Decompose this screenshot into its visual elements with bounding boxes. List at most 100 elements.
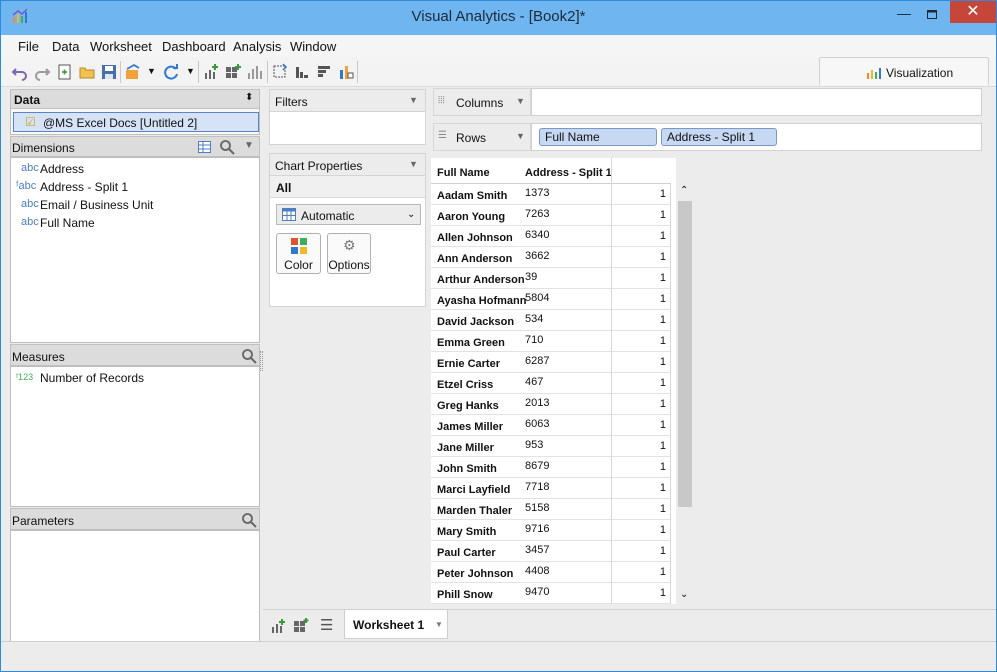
close-button[interactable]: ✕ xyxy=(950,1,996,23)
scrollbar-thumb[interactable] xyxy=(678,201,692,507)
table-row[interactable]: Aadam Smith 1373 1 xyxy=(431,184,671,205)
sort-descending-icon[interactable] xyxy=(315,63,333,81)
refresh-icon[interactable] xyxy=(162,63,180,81)
cell-address-split: 2013 xyxy=(525,397,550,409)
scope-label: All xyxy=(276,181,292,195)
dimension-item-address-split[interactable]: ᶠabc Address - Split 1 xyxy=(11,178,259,196)
refresh-dropdown-icon[interactable]: ▼ xyxy=(186,66,195,76)
column-header-address-split[interactable]: Address - Split 1 xyxy=(525,167,612,179)
dimensions-header: Dimensions ▼ xyxy=(10,136,260,157)
dimension-label: Full Name xyxy=(40,216,95,230)
sheet-tab-dropdown-icon[interactable]: ▼ xyxy=(435,620,443,629)
calendar-grid-icon xyxy=(282,208,296,221)
table-row[interactable]: Ann Anderson 3662 1 xyxy=(431,247,671,268)
chart-properties-scope[interactable]: All xyxy=(270,176,425,198)
table-row[interactable]: Allen Johnson 6340 1 xyxy=(431,226,671,247)
table-row[interactable]: Ernie Carter 6287 1 xyxy=(431,352,671,373)
new-worksheet-icon[interactable] xyxy=(270,618,286,634)
dimension-item-address[interactable]: abc Address xyxy=(11,160,259,178)
scroll-down-icon[interactable]: ⌄ xyxy=(680,589,688,600)
table-row[interactable]: Marci Layfield 7718 1 xyxy=(431,478,671,499)
sheet-tab-worksheet-1[interactable]: Worksheet 1 ▼ xyxy=(344,610,448,639)
dimensions-search-icon[interactable] xyxy=(219,139,235,155)
redo-icon[interactable] xyxy=(33,63,51,81)
undo-icon[interactable] xyxy=(11,63,29,81)
menu-file[interactable]: File xyxy=(18,39,39,54)
data-source-icon[interactable] xyxy=(124,63,142,81)
table-row[interactable]: Peter Johnson 4408 1 xyxy=(431,562,671,583)
rows-lines-icon: ☰ xyxy=(438,130,447,141)
table-row[interactable]: John Smith 8679 1 xyxy=(431,457,671,478)
measure-item-number-of-records[interactable]: ᶠ123 Number of Records xyxy=(11,369,259,387)
table-row[interactable]: Jane Miller 953 1 xyxy=(431,436,671,457)
cell-address-split: 467 xyxy=(525,376,544,388)
new-dashboard-icon[interactable] xyxy=(293,617,309,633)
show-labels-icon[interactable] xyxy=(337,63,355,81)
table-row[interactable]: Emma Green 710 1 xyxy=(431,331,671,352)
options-button[interactable]: ⚙ Options xyxy=(327,233,371,274)
new-document-icon[interactable] xyxy=(56,63,74,81)
cell-count: 1 xyxy=(611,184,671,205)
rows-dropdown-icon[interactable]: ▼ xyxy=(516,131,525,141)
cell-count: 1 xyxy=(611,247,671,268)
data-source-item[interactable]: ☑ @MS Excel Docs [Untitled 2] xyxy=(13,112,259,132)
sort-ascending-icon[interactable] xyxy=(293,63,311,81)
rows-shelf-label-box: ☰ Rows ▼ xyxy=(433,123,531,151)
columns-label: Columns xyxy=(456,96,504,110)
color-button[interactable]: Color xyxy=(276,233,321,274)
chart-bars-icon[interactable] xyxy=(246,63,264,81)
dimensions-dropdown-icon[interactable]: ▼ xyxy=(244,140,254,151)
cell-full-name: Marden Thaler xyxy=(437,505,513,517)
columns-shelf[interactable] xyxy=(531,88,982,116)
swap-axes-icon[interactable] xyxy=(271,63,289,81)
data-panel-sort-icon[interactable]: ⬍ xyxy=(245,92,253,103)
chart-properties-title: Chart Properties xyxy=(275,159,363,173)
table-row[interactable]: Etzel Criss 467 1 xyxy=(431,373,671,394)
scroll-up-icon[interactable]: ⌃ xyxy=(680,185,688,196)
rows-shelf[interactable]: Full Name Address - Split 1 xyxy=(531,123,982,151)
row-pill-address-split[interactable]: Address - Split 1 xyxy=(661,128,777,146)
row-pill-full-name[interactable]: Full Name xyxy=(539,128,657,146)
measures-search-icon[interactable] xyxy=(241,348,257,364)
table-view-icon[interactable] xyxy=(198,141,211,153)
save-icon[interactable] xyxy=(100,63,118,81)
dimension-item-email[interactable]: abc Email / Business Unit xyxy=(11,196,259,214)
table-row[interactable]: Paul Carter 3457 1 xyxy=(431,541,671,562)
sheet-list-icon[interactable]: ☰ xyxy=(320,616,333,634)
table-row[interactable]: Arthur Anderson 39 1 xyxy=(431,268,671,289)
mark-type-value: Automatic xyxy=(301,209,355,223)
mark-type-select[interactable]: Automatic ⌄ xyxy=(276,204,421,225)
table-row[interactable]: Aaron Young 7263 1 xyxy=(431,205,671,226)
table-scrollbar[interactable]: ⌃ ⌄ xyxy=(677,185,693,604)
table-row[interactable]: Phill Snow 9470 1 xyxy=(431,583,671,604)
cell-full-name: Peter Johnson xyxy=(437,568,514,580)
table-row[interactable]: Greg Hanks 2013 1 xyxy=(431,394,671,415)
open-folder-icon[interactable] xyxy=(78,63,96,81)
menu-worksheet[interactable]: Worksheet xyxy=(90,39,152,54)
chart-properties-dropdown-icon[interactable]: ▼ xyxy=(409,159,418,169)
table-row[interactable]: Mary Smith 9716 1 xyxy=(431,520,671,541)
panel-splitter[interactable] xyxy=(260,351,263,371)
menu-window[interactable]: Window xyxy=(290,39,336,54)
column-header-full-name[interactable]: Full Name xyxy=(437,167,490,179)
new-worksheet-icon[interactable] xyxy=(202,63,220,81)
maximize-button[interactable] xyxy=(910,7,954,29)
table-row[interactable]: James Miller 6063 1 xyxy=(431,415,671,436)
menu-dashboard[interactable]: Dashboard xyxy=(162,39,226,54)
data-table: Full Name Address - Split 1 Aadam Smith 1… xyxy=(431,158,676,604)
new-dashboard-icon[interactable] xyxy=(224,63,242,81)
columns-dropdown-icon[interactable]: ▼ xyxy=(516,96,525,106)
menu-data[interactable]: Data xyxy=(52,39,79,54)
data-panel-header: Data ⬍ xyxy=(10,89,260,109)
dimension-item-full-name[interactable]: abc Full Name xyxy=(11,214,259,232)
table-row[interactable]: Marden Thaler 5158 1 xyxy=(431,499,671,520)
data-source-dropdown-icon[interactable]: ▼ xyxy=(147,66,156,76)
data-panel-title: Data xyxy=(14,93,41,107)
filters-drop-area[interactable] xyxy=(269,111,426,145)
filters-dropdown-icon[interactable]: ▼ xyxy=(409,95,418,105)
table-row[interactable]: David Jackson 534 1 xyxy=(431,310,671,331)
table-row[interactable]: Ayasha Hofmann 5804 1 xyxy=(431,289,671,310)
visualization-tab[interactable]: Visualization xyxy=(819,57,989,85)
parameters-search-icon[interactable] xyxy=(241,512,257,528)
menu-analysis[interactable]: Analysis xyxy=(233,39,281,54)
